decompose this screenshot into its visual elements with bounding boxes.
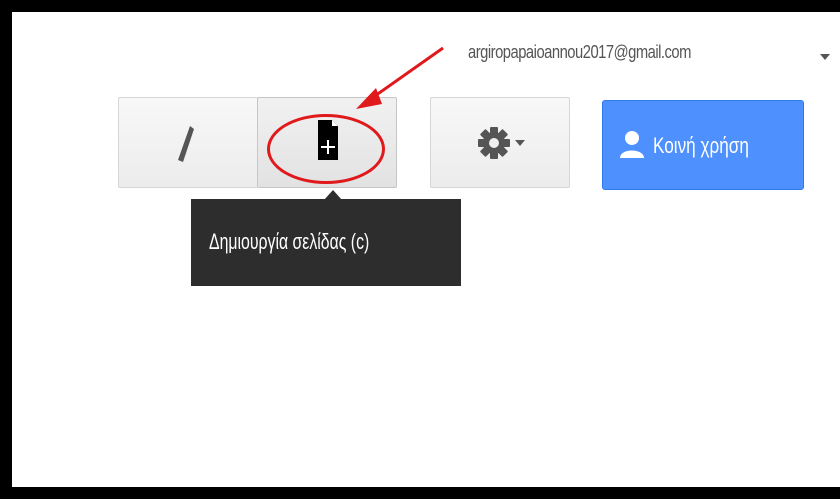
annotation-arrow <box>356 46 444 109</box>
